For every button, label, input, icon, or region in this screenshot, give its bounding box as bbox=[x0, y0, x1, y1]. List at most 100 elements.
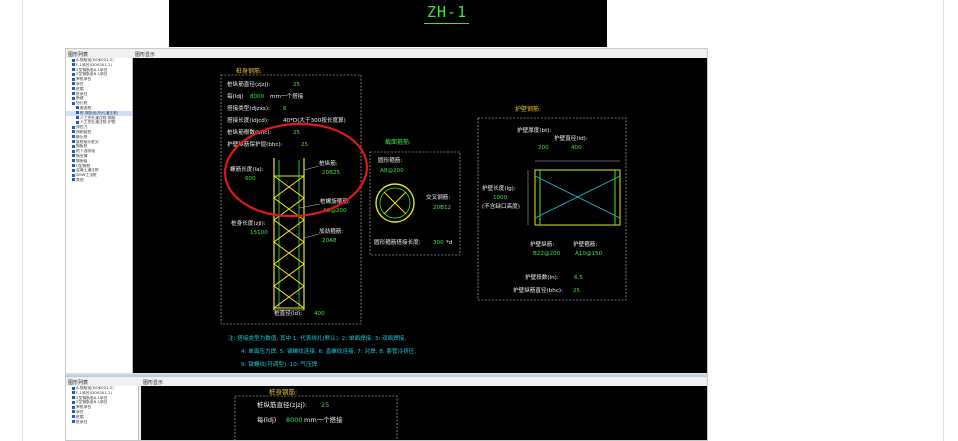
tree-item-label: 2型钢筋笼A-1承台 bbox=[76, 395, 108, 400]
tree-item-label: 管桩接头桩尖 bbox=[76, 139, 99, 144]
prop-value-bar-count[interactable]: 25 bbox=[293, 130, 301, 136]
pile-length-value[interactable]: 15100 bbox=[250, 230, 268, 236]
drawing-canvas[interactable]: 桩身钢筋: 桩纵筋直径(zjzj): 25 每(ldj) 8000 mm一个搭接… bbox=[133, 58, 707, 373]
cross-bar-label: 交叉钢筋: bbox=[426, 193, 450, 201]
tree-item-label: 2型钢筋笼B-1承台 bbox=[76, 72, 108, 77]
tree-item-label: 承台 bbox=[76, 409, 84, 414]
long-bar-value[interactable]: 20B25 bbox=[322, 170, 341, 176]
tree-item-label: 地下连续墙 bbox=[76, 149, 95, 154]
diameter-label: 桩直径(ld): bbox=[274, 309, 302, 317]
node-icon bbox=[72, 405, 75, 409]
tree-item-label: 单桩承台 bbox=[76, 405, 92, 410]
prop-suffix-lap-every: mm一个搭接 bbox=[270, 92, 304, 100]
wall-long-bar-value[interactable]: B22@200 bbox=[533, 251, 561, 257]
diameter-value[interactable]: 400 bbox=[314, 311, 325, 317]
node-icon bbox=[72, 420, 75, 424]
canvas-panel-title-2: 图形显示 bbox=[143, 380, 164, 386]
prop-value-lap-length[interactable]: 40*D(大于300按长度算) bbox=[283, 116, 346, 124]
node-icon bbox=[72, 400, 75, 404]
tree-item-label: A-钢筋笼(DOK001-2) bbox=[76, 58, 114, 62]
wall-cover-value[interactable]: 25 bbox=[573, 288, 581, 294]
node-icon bbox=[72, 410, 75, 414]
note-line-3: 9: 镦螺纹(可调型), 10: 气压焊 bbox=[241, 360, 318, 368]
note-line-2: 4: 单面压力焊, 5: 锥螺纹连接, 6: 直螺纹连接, 7: 对焊, 8: … bbox=[241, 347, 416, 355]
prop-label-cover: 护壁纵筋保护层(bhc): bbox=[227, 140, 283, 148]
node-icon bbox=[72, 135, 75, 139]
wall-segments-value[interactable]: 6.5 bbox=[574, 275, 583, 281]
node-icon bbox=[72, 415, 75, 419]
page-border-left bbox=[22, 0, 23, 441]
drawing-canvas-2[interactable]: 桩身钢筋: 桩纵筋直径(zjzj): 25 每(ldj) 8000 mm一个搭接 bbox=[141, 386, 707, 440]
ring-lap-suffix: *d bbox=[446, 240, 453, 246]
tree-item-label: 2型钢筋笼B-1承台 bbox=[76, 400, 108, 405]
ring-lap-value[interactable]: 300 bbox=[433, 240, 444, 246]
screenshot-panel-2: 图形列表 图形显示 A-钢筋笼(DOK001-2) F-1承台(DOK001-2)… bbox=[65, 376, 708, 441]
node-icon bbox=[76, 120, 79, 124]
tree-item-label: A-钢筋笼(DOK001-2) bbox=[76, 386, 114, 390]
wall-diameter-value[interactable]: 400 bbox=[571, 145, 582, 151]
tree-item-label: 桩承台 bbox=[76, 419, 88, 424]
wall-thickness-value[interactable]: 200 bbox=[538, 145, 549, 151]
wall-graphic bbox=[527, 160, 621, 226]
screenshot-panel-1: 图形列表 图形显示 A-钢筋笼(DOK001-2) F-1承台(DOK001-2)… bbox=[65, 48, 708, 374]
wall-hoop-value[interactable]: A10@150 bbox=[575, 251, 603, 257]
node-icon bbox=[72, 77, 75, 81]
prop-value-lap-every[interactable]: 8000 bbox=[250, 94, 265, 100]
wall-long-bar-label: 护壁纵筋: bbox=[530, 240, 554, 248]
node-icon bbox=[72, 87, 75, 91]
wall-cover-label: 护壁纵筋直径(bhc): bbox=[513, 286, 563, 294]
node-icon bbox=[72, 72, 75, 76]
note-line-1: 注: 搭接类型为数值, 其中 1: 代表绑扎(默认), 2: 单面焊接, 3: … bbox=[228, 334, 406, 342]
tree-item-label: 人工挖孔灌注桩-护壁 bbox=[80, 120, 116, 125]
tree-item-label: 混凝土灌注桩 bbox=[76, 168, 99, 173]
wall-diameter-label: 护壁直径(ld): bbox=[554, 134, 588, 142]
node-icon bbox=[72, 391, 75, 395]
node-icon bbox=[72, 144, 75, 148]
ring-hoop-value[interactable]: A8@200 bbox=[380, 168, 404, 174]
shape-tree-2[interactable]: A-钢筋笼(DOK001-2) F-1承台(DOK001-2) 2型钢筋笼A-1承台… bbox=[66, 386, 139, 440]
node-icon bbox=[72, 92, 75, 96]
tree-item-label: 钻孔桩 bbox=[76, 101, 88, 106]
tree-item-label: 承台 bbox=[76, 81, 84, 86]
dense-length-value[interactable]: 600 bbox=[245, 176, 256, 182]
top-drawing-strip: ZH-1 bbox=[169, 0, 607, 47]
stiffener-value[interactable]: 20A8 bbox=[322, 238, 337, 244]
p2-prop1-value[interactable]: 25 bbox=[321, 401, 329, 409]
tree-item-label: SMW工法桩 bbox=[76, 173, 97, 178]
drawing-code-label: ZH-1 bbox=[427, 3, 468, 21]
p2-prop2-value[interactable]: 8000 bbox=[286, 416, 303, 424]
tree-item-label: 桩帽 bbox=[76, 86, 84, 91]
dense-length-label: 螺筋长度(la): bbox=[230, 165, 264, 173]
node-icon bbox=[76, 111, 79, 115]
cross-bar-value[interactable]: 20B12 bbox=[433, 205, 451, 211]
node-icon bbox=[72, 63, 75, 67]
node-icon bbox=[72, 173, 75, 177]
tree-item-label: 钢板桩 bbox=[76, 144, 88, 149]
node-icon bbox=[76, 116, 79, 120]
tree-item-label: 桩 钢筋笼(钻孔灌注桩) bbox=[80, 110, 119, 115]
prop-value-lap-type[interactable]: 6 bbox=[283, 106, 287, 112]
body-section-title: 桩身钢筋: bbox=[236, 67, 262, 75]
shape-tree[interactable]: A-钢筋笼(DOK001-2) F-1承台(DOK001-2) 2型钢筋笼A-1承台… bbox=[66, 58, 133, 373]
wall-thickness-label: 护壁厚度(bt): bbox=[517, 126, 551, 134]
tree-item-label: F-1承台(DOK001-2) bbox=[76, 62, 112, 67]
wall-length-value[interactable]: 1000 bbox=[493, 195, 508, 201]
prop-value-main-bar[interactable]: 25 bbox=[293, 82, 301, 88]
tree-item-label: 静压桩 bbox=[76, 134, 88, 139]
node-icon bbox=[72, 101, 75, 105]
node-icon bbox=[72, 58, 75, 62]
wall-section-title: 护壁钢筋: bbox=[515, 105, 541, 113]
section-title: 截面箍筋: bbox=[385, 138, 411, 146]
node-icon bbox=[72, 178, 75, 182]
prop-value-cover[interactable]: 25 bbox=[301, 142, 309, 148]
tree-panel-title: 图形列表 bbox=[68, 52, 89, 58]
node-icon bbox=[72, 396, 75, 400]
section-ring-graphic bbox=[375, 183, 415, 223]
stiffener-label: 加劲箍筋: bbox=[319, 227, 343, 235]
wall-length-note: (不含缺口高度) bbox=[482, 202, 520, 210]
wall-segments-label: 护壁段数(ln): bbox=[525, 273, 559, 281]
tree-item[interactable]: 桩承台 bbox=[66, 420, 138, 425]
node-icon bbox=[72, 154, 75, 158]
wall-length-label: 护壁长度(lg): bbox=[482, 184, 516, 192]
tree-item[interactable]: 其他 bbox=[66, 178, 132, 183]
